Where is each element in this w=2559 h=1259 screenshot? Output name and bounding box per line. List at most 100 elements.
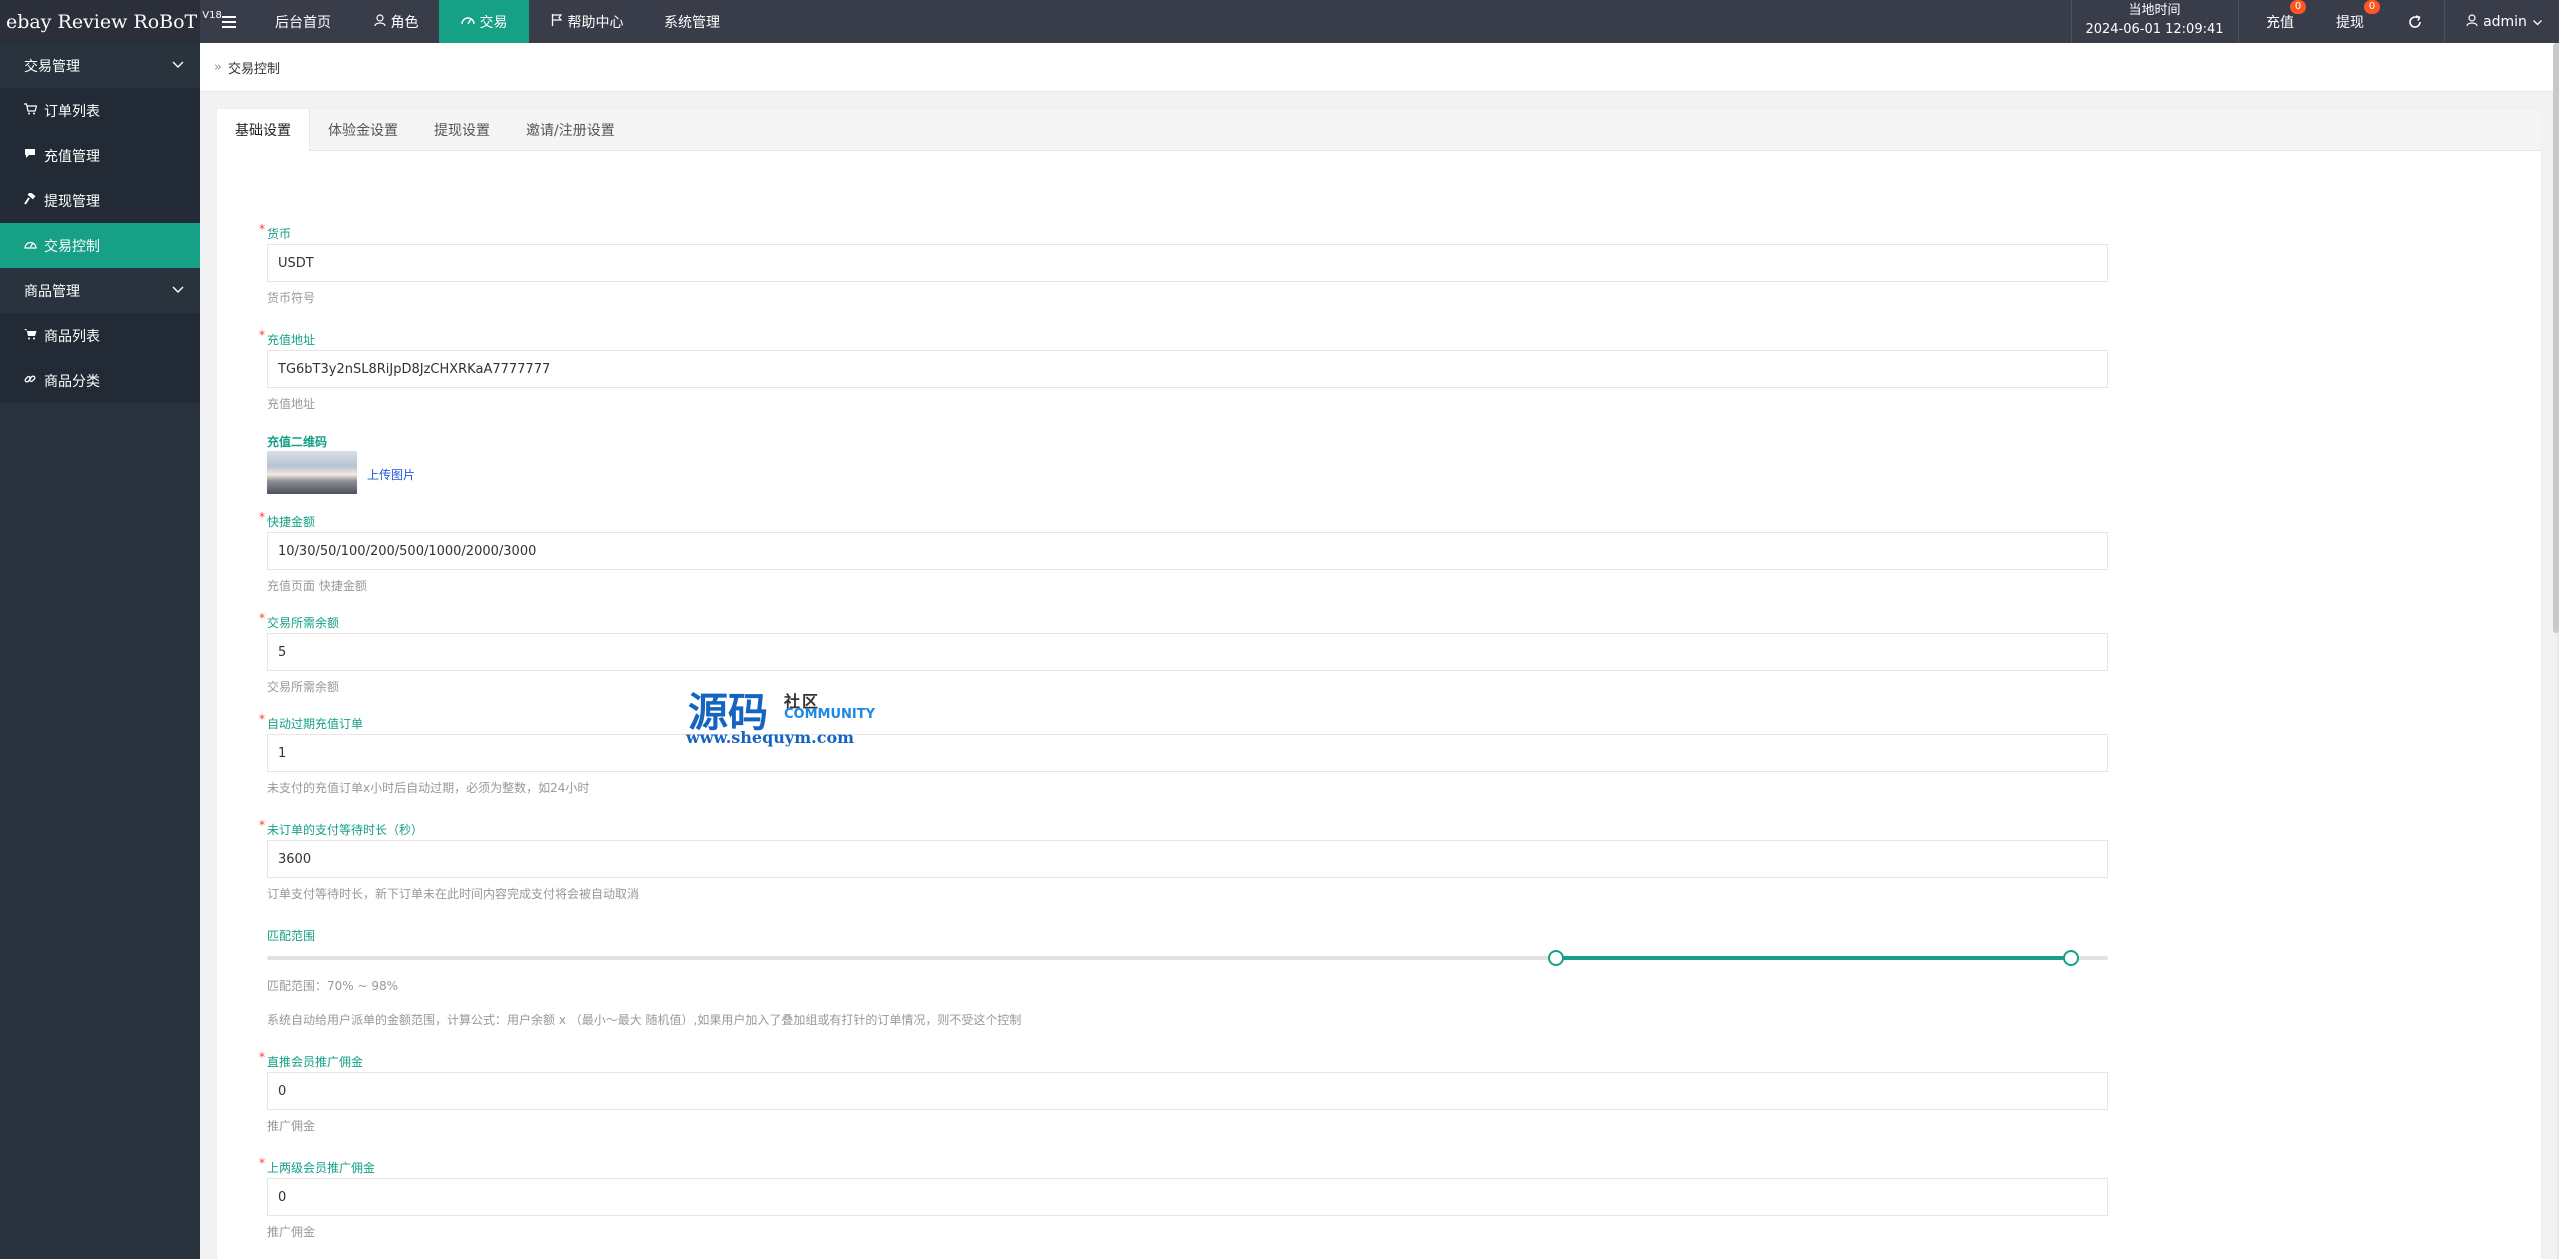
quick-amounts-label: 快捷金额 (259, 510, 315, 530)
withdraw-badge: 0 (2364, 0, 2380, 14)
nav-trade[interactable]: 交易 (439, 0, 529, 43)
match-range-slider[interactable] (267, 950, 2108, 966)
tab-trial-fund[interactable]: 体验金设置 (310, 109, 416, 151)
brand-logo: ebay Review RoBoT V18 (0, 0, 222, 43)
qr-image-thumbnail (267, 451, 357, 494)
local-time-label: 当地时间 (2128, 3, 2181, 18)
sidebar-item-product-category[interactable]: 商品分类 (0, 358, 200, 403)
direct-commission-input[interactable]: 0 (267, 1072, 2108, 1110)
pay-wait-label: 未订单的支付等待时长（秒） (259, 818, 423, 838)
user-icon (373, 13, 386, 30)
currency-hint: 货币符号 (267, 291, 316, 305)
required-balance-input[interactable]: 5 (267, 633, 2108, 671)
dashboard-icon (24, 238, 40, 254)
recharge-address-hint: 充值地址 (267, 397, 316, 411)
recharge-address-input[interactable]: TG6bT3y2nSL8RiJpD8JzCHXRKaA7777777 (267, 350, 2108, 388)
sidebar-item-label: 充值管理 (44, 148, 100, 165)
sidebar-item-label: 商品列表 (44, 328, 100, 345)
required-balance-label: 交易所需余额 (259, 611, 339, 631)
sidebar-group-products[interactable]: 商品管理 (0, 268, 200, 313)
recharge-shortcut[interactable]: 充值 0 (2252, 0, 2308, 43)
quick-amounts-input[interactable]: 10/30/50/100/200/500/1000/2000/3000 (267, 532, 2108, 570)
quick-amounts-hint: 充值页面 快捷金额 (267, 579, 367, 593)
tab-withdraw[interactable]: 提现设置 (416, 109, 508, 151)
chat-icon (24, 148, 40, 163)
sidebar: 交易管理 订单列表 充值管理 提现管理 交易控制 商品管理 商品列表 商品分类 (0, 43, 200, 1259)
sidebar-group-label: 交易管理 (24, 58, 80, 75)
tab-basic[interactable]: 基础设置 (217, 109, 310, 152)
cart-icon (24, 328, 40, 344)
gavel-icon (24, 191, 40, 209)
user-menu[interactable]: admin (2455, 0, 2553, 43)
tab-bar: 基础设置 体验金设置 提现设置 邀请/注册设置 (217, 109, 2541, 152)
chevron-down-icon (172, 282, 184, 298)
top-bar: ebay Review RoBoT V18 后台首页 角色 交易 帮助中心 系统管… (0, 0, 2559, 43)
nav-roles-label: 角色 (390, 14, 419, 31)
menu-toggle-icon[interactable] (214, 0, 244, 43)
match-range-fill (1555, 956, 2072, 960)
pay-wait-input[interactable]: 3600 (267, 840, 2108, 878)
auto-expire-hint: 未支付的充值订单x小时后自动过期，必须为整数，如24小时 (267, 781, 590, 795)
refresh-icon[interactable] (2400, 0, 2430, 43)
currency-input[interactable]: USDT (267, 244, 2108, 282)
top-divider (2444, 0, 2445, 43)
withdraw-shortcut[interactable]: 提现 0 (2322, 0, 2380, 43)
watermark-en-text: COMMUNITY (784, 707, 876, 722)
pay-wait-hint: 订单支付等待时长，新下订单未在此时间内容完成支付将会被自动取消 (267, 887, 640, 901)
sidebar-group-trade[interactable]: 交易管理 (0, 43, 200, 88)
settings-panel: 基础设置 体验金设置 提现设置 邀请/注册设置 货币 USDT 货币符号 充值地… (216, 108, 2542, 1259)
tab-invite-register[interactable]: 邀请/注册设置 (508, 109, 633, 151)
recharge-shortcut-label: 充值 (2266, 14, 2294, 31)
chevron-down-icon (172, 57, 184, 73)
chevron-down-icon (2532, 14, 2542, 30)
upload-image-link[interactable]: 上传图片 (367, 466, 415, 483)
sidebar-item-label: 提现管理 (44, 193, 100, 210)
nav-dashboard-label: 后台首页 (275, 14, 331, 31)
page-scrollbar-thumb[interactable] (2553, 43, 2559, 633)
upper-commission-input[interactable]: 0 (267, 1178, 2108, 1216)
upper-commission-label: 上两级会员推广佣金 (259, 1156, 375, 1176)
username: admin (2483, 13, 2527, 30)
direct-commission-hint: 推广佣金 (267, 1119, 316, 1133)
sidebar-item-label: 交易控制 (44, 238, 100, 255)
flag-icon (551, 13, 563, 30)
match-range-label: 匹配范围 (267, 929, 316, 943)
sidebar-item-recharge[interactable]: 充值管理 (0, 133, 200, 178)
recharge-badge: 0 (2290, 0, 2306, 14)
watermark-url: www.shequym.com (686, 728, 855, 747)
cart-icon (24, 102, 40, 119)
local-time: 当地时间 2024-06-01 12:09:41 (2072, 0, 2237, 43)
top-divider (2238, 0, 2239, 43)
main-content: » 交易控制 基础设置 体验金设置 提现设置 邀请/注册设置 货币 USDT 货… (200, 43, 2559, 1259)
sidebar-item-label: 订单列表 (44, 103, 100, 120)
link-icon (24, 373, 40, 389)
double-chevron-icon: » (214, 59, 222, 75)
withdraw-shortcut-label: 提现 (2336, 14, 2364, 31)
sidebar-item-withdraw[interactable]: 提现管理 (0, 178, 200, 223)
sidebar-item-product-list[interactable]: 商品列表 (0, 313, 200, 358)
currency-label: 货币 (259, 222, 291, 242)
match-range-max-handle[interactable] (2063, 950, 2080, 966)
sidebar-item-trade-control[interactable]: 交易控制 (0, 223, 200, 268)
user-icon (2466, 13, 2478, 30)
qr-label: 充值二维码 (267, 435, 328, 449)
required-balance-hint: 交易所需余额 (267, 680, 340, 694)
sidebar-item-orders[interactable]: 订单列表 (0, 88, 200, 133)
match-range-hint: 系统自动给用户派单的金额范围，计算公式：用户余额 x （最小～最大 随机值）,如… (267, 1013, 1022, 1027)
nav-system[interactable]: 系统管理 (655, 0, 729, 43)
direct-commission-label: 直推会员推广佣金 (259, 1050, 363, 1070)
breadcrumb: » 交易控制 (200, 43, 2557, 92)
nav-system-label: 系统管理 (664, 14, 720, 31)
recharge-address-label: 充值地址 (259, 328, 315, 348)
upper-commission-hint: 推广佣金 (267, 1225, 316, 1239)
breadcrumb-current: 交易控制 (227, 61, 280, 77)
nav-help-label: 帮助中心 (567, 14, 624, 31)
sidebar-item-label: 商品分类 (44, 373, 100, 390)
nav-dashboard[interactable]: 后台首页 (262, 0, 344, 43)
auto-expire-input[interactable]: 1 (267, 734, 2108, 772)
nav-roles[interactable]: 角色 (360, 0, 432, 43)
match-range-min-handle[interactable] (1547, 950, 1564, 966)
match-range-value: 匹配范围：70% ~ 98% (267, 979, 399, 993)
auto-expire-label: 自动过期充值订单 (259, 712, 363, 732)
nav-help[interactable]: 帮助中心 (544, 0, 630, 43)
